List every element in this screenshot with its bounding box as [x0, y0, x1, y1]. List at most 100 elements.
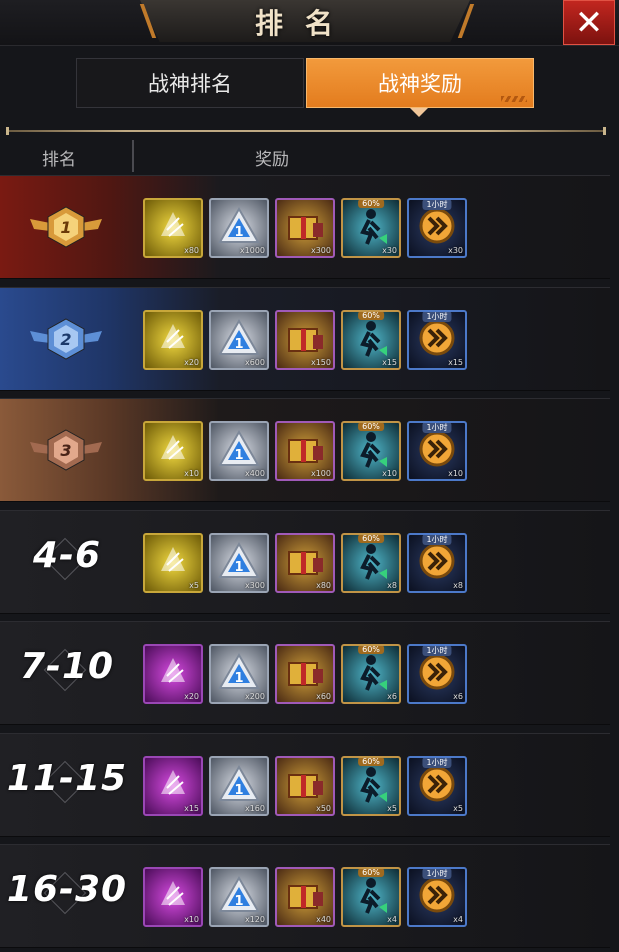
item-quantity: x5 — [453, 803, 463, 813]
item-badge: 60% — [358, 646, 384, 654]
reward-item[interactable]: x40 — [275, 867, 335, 927]
purple-crystal-icon — [153, 875, 193, 919]
reward-item[interactable]: x10 — [143, 421, 203, 481]
item-quantity: x20 — [184, 692, 199, 701]
item-quantity: x300 — [244, 580, 265, 590]
item-badge: 60% — [358, 869, 384, 877]
tab-bar: 战神排名 战神奖励 — [76, 58, 536, 110]
tab-rankings[interactable]: 战神排名 — [76, 58, 304, 108]
item-badge: 60% — [358, 200, 384, 208]
blue-triangle-token-icon: 1 — [217, 206, 261, 250]
item-quantity: x600 — [244, 357, 265, 367]
bronze-medal-icon: 3 — [28, 426, 104, 474]
item-quantity: x4 — [387, 915, 397, 924]
item-quantity: x10 — [184, 469, 199, 478]
reward-item[interactable]: 1 x1000 — [209, 198, 269, 258]
reward-item[interactable]: 1小时 x8 — [407, 532, 467, 593]
reward-item[interactable]: x150 — [275, 309, 335, 370]
reward-item[interactable]: 60% x30 — [341, 198, 401, 258]
fast-forward-boost-icon — [417, 541, 457, 585]
reward-item[interactable]: 60% x8 — [341, 532, 401, 593]
item-quantity: x150 — [310, 357, 331, 367]
reward-row: 3 x10 1 x400 x100 60% x10 1小时 x10 — [0, 398, 610, 502]
item-badge: 60% — [358, 311, 384, 320]
item-quantity: x15 — [184, 803, 199, 813]
gift-crate-icon — [283, 542, 327, 584]
reward-item[interactable]: 1小时 x6 — [407, 644, 467, 704]
divider-cap-left — [6, 127, 9, 135]
item-quantity: x15 — [382, 357, 397, 367]
blue-triangle-token-icon: 1 — [217, 429, 261, 473]
reward-item[interactable]: x300 — [275, 198, 335, 258]
reward-item[interactable]: x20 — [143, 644, 203, 704]
reward-item[interactable]: 1 x120 — [209, 867, 269, 927]
svg-text:2: 2 — [60, 330, 71, 349]
item-badge: 60% — [358, 423, 384, 431]
reward-item[interactable]: 1 x160 — [209, 755, 269, 816]
reward-item[interactable]: 60% x5 — [341, 755, 401, 816]
svg-text:1: 1 — [234, 337, 243, 352]
reward-item[interactable]: x80 — [275, 532, 335, 593]
reward-item[interactable]: x80 — [143, 198, 203, 258]
blue-triangle-token-icon: 1 — [217, 764, 261, 808]
fast-forward-boost-icon — [417, 652, 457, 696]
reward-item[interactable]: x20 — [143, 309, 203, 370]
blue-triangle-token-icon: 1 — [217, 652, 261, 696]
svg-text:1: 1 — [234, 225, 243, 240]
reward-row: 16-30 x10 1 x120 x40 60% x4 1小时 x4 — [0, 844, 610, 948]
reward-item[interactable]: 60% x10 — [341, 421, 401, 481]
fast-forward-boost-icon — [417, 206, 457, 250]
runner-speed-card-icon — [351, 873, 391, 921]
reward-item[interactable]: 1小时 x5 — [407, 755, 467, 816]
column-header-reward: 奖励 — [255, 150, 289, 170]
item-quantity: x400 — [244, 469, 265, 478]
rank-label: 16-30 — [6, 869, 128, 910]
runner-speed-card-icon — [351, 204, 391, 252]
reward-item[interactable]: 1 x300 — [209, 532, 269, 593]
runner-speed-card-icon — [351, 650, 391, 698]
yellow-crystal-icon — [153, 206, 193, 250]
runner-speed-card-icon — [351, 539, 391, 587]
rank-label: 7-10 — [19, 646, 115, 687]
reward-item[interactable]: 1小时 x4 — [407, 867, 467, 927]
rank-label: 4-6 — [32, 534, 102, 576]
item-quantity: x160 — [244, 803, 265, 813]
column-separator — [132, 140, 134, 172]
reward-item[interactable]: 60% x4 — [341, 867, 401, 927]
tab-rankings-label: 战神排名 — [148, 72, 232, 96]
gift-crate-icon — [283, 653, 327, 695]
reward-item[interactable]: 1小时 x15 — [407, 309, 467, 370]
divider-cap-right — [603, 127, 606, 135]
item-badge: 1小时 — [422, 423, 452, 433]
reward-item[interactable]: 60% x6 — [341, 644, 401, 704]
reward-item[interactable]: x5 — [143, 532, 203, 593]
runner-speed-card-icon — [351, 427, 391, 475]
reward-item[interactable]: 1 x400 — [209, 421, 269, 481]
reward-item[interactable]: x50 — [275, 755, 335, 816]
blue-triangle-token-icon: 1 — [217, 541, 261, 585]
item-quantity: x10 — [184, 915, 199, 924]
close-button[interactable]: ✕ — [563, 0, 615, 45]
reward-item[interactable]: x60 — [275, 644, 335, 704]
tab-rewards[interactable]: 战神奖励 — [306, 58, 534, 108]
yellow-crystal-icon — [153, 318, 193, 362]
reward-item[interactable]: 1 x200 — [209, 644, 269, 704]
runner-speed-card-icon — [351, 762, 391, 810]
svg-text:1: 1 — [234, 783, 243, 798]
svg-text:1: 1 — [234, 448, 243, 463]
reward-item[interactable]: 1小时 x10 — [407, 421, 467, 481]
item-quantity: x5 — [387, 803, 397, 813]
item-quantity: x30 — [448, 246, 463, 255]
item-badge: 1小时 — [422, 200, 452, 210]
reward-item[interactable]: x10 — [143, 867, 203, 927]
gift-crate-icon — [283, 430, 327, 472]
reward-item[interactable]: x100 — [275, 421, 335, 481]
reward-item[interactable]: 1 x600 — [209, 309, 269, 370]
reward-item[interactable]: x15 — [143, 755, 203, 816]
item-badge: 1小时 — [422, 534, 452, 545]
item-badge: 60% — [358, 757, 384, 766]
reward-item[interactable]: 1小时 x30 — [407, 198, 467, 258]
reward-item[interactable]: 60% x15 — [341, 309, 401, 370]
tab-rewards-label: 战神奖励 — [378, 72, 462, 96]
fast-forward-boost-icon — [417, 318, 457, 362]
